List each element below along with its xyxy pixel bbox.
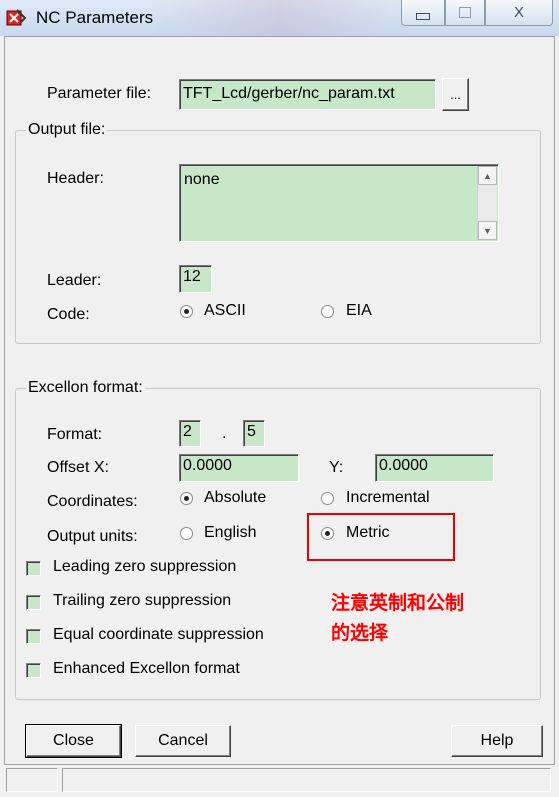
radio-unselected-icon (180, 527, 193, 540)
format-decimal-field[interactable]: 5 (243, 420, 265, 447)
app-icon (6, 9, 26, 26)
format-integer-field[interactable]: 2 (179, 420, 201, 447)
parameter-file-field[interactable]: TFT_Lcd/gerber/nc_param.txt (179, 79, 436, 110)
status-cell-2 (62, 768, 551, 792)
offset-x-field[interactable]: 0.0000 (179, 454, 299, 482)
units-english-label: English (204, 524, 257, 541)
window-title: NC Parameters (36, 8, 154, 27)
status-bar (4, 764, 555, 793)
radio-selected-icon (180, 492, 193, 505)
minimize-button[interactable] (401, 0, 445, 26)
arrow-up-icon: ▲ (483, 170, 492, 181)
code-label: Code: (47, 306, 90, 323)
scroll-up-button[interactable]: ▲ (478, 166, 497, 185)
format-label: Format: (47, 426, 103, 443)
header-textarea[interactable]: none (179, 164, 499, 242)
parameter-file-label: Parameter file: (47, 85, 152, 102)
output-file-group-title: Output file: (26, 121, 108, 139)
checkbox-icon (26, 561, 41, 576)
format-separator: . (222, 425, 227, 442)
header-value: none (184, 171, 220, 188)
code-ascii-label: ASCII (204, 302, 246, 319)
output-units-label: Output units: (47, 528, 138, 545)
maximize-button[interactable] (445, 0, 485, 26)
close-window-button[interactable]: X (485, 0, 553, 26)
offset-y-field[interactable]: 0.0000 (375, 454, 494, 482)
offset-x-label: Offset X: (47, 459, 109, 476)
metric-highlight-box (307, 513, 455, 561)
nc-parameters-window: NC Parameters X Parameter file: TFT_Lcd/… (0, 0, 559, 797)
browse-button[interactable]: ... (442, 78, 469, 111)
radio-unselected-icon (321, 305, 334, 318)
help-button[interactable]: Help (451, 725, 543, 757)
cancel-button[interactable]: Cancel (135, 725, 231, 757)
header-label: Header: (47, 170, 104, 187)
leading-zero-label: Leading zero suppression (53, 558, 237, 575)
title-bar[interactable]: NC Parameters X (0, 0, 559, 36)
scroll-down-button[interactable]: ▼ (478, 221, 497, 240)
minimize-icon (416, 13, 430, 20)
offset-y-label: Y: (329, 459, 344, 476)
leader-field[interactable]: 12 (179, 265, 212, 293)
title-bar-glass (150, 0, 410, 36)
leader-label: Leader: (47, 272, 102, 289)
checkbox-icon (26, 595, 41, 610)
radio-selected-icon (180, 305, 193, 318)
trailing-zero-label: Trailing zero suppression (53, 592, 232, 609)
arrow-down-icon: ▼ (483, 225, 492, 236)
annotation-line-1: 注意英制和公制 (331, 592, 465, 614)
checkbox-icon (26, 663, 41, 678)
coordinates-absolute-label: Absolute (204, 489, 267, 506)
checkbox-icon (26, 629, 41, 644)
close-icon: X (513, 4, 524, 21)
equal-coordinate-label: Equal coordinate suppression (53, 626, 264, 643)
code-eia-label: EIA (346, 302, 372, 319)
close-button[interactable]: Close (25, 724, 122, 758)
annotation-line-2: 的选择 (331, 622, 389, 644)
header-scrollbar[interactable]: ▲ ▼ (477, 166, 497, 240)
coordinates-label: Coordinates: (47, 493, 138, 510)
excellon-format-group-title: Excellon format: (26, 379, 145, 397)
maximize-icon (459, 7, 471, 18)
status-cell-1 (6, 768, 58, 792)
enhanced-excellon-label: Enhanced Excellon format (53, 660, 240, 677)
radio-unselected-icon (321, 492, 334, 505)
annotation-note: 注意英制和公制 的选择 (331, 588, 464, 648)
coordinates-incremental-label: Incremental (346, 489, 430, 506)
